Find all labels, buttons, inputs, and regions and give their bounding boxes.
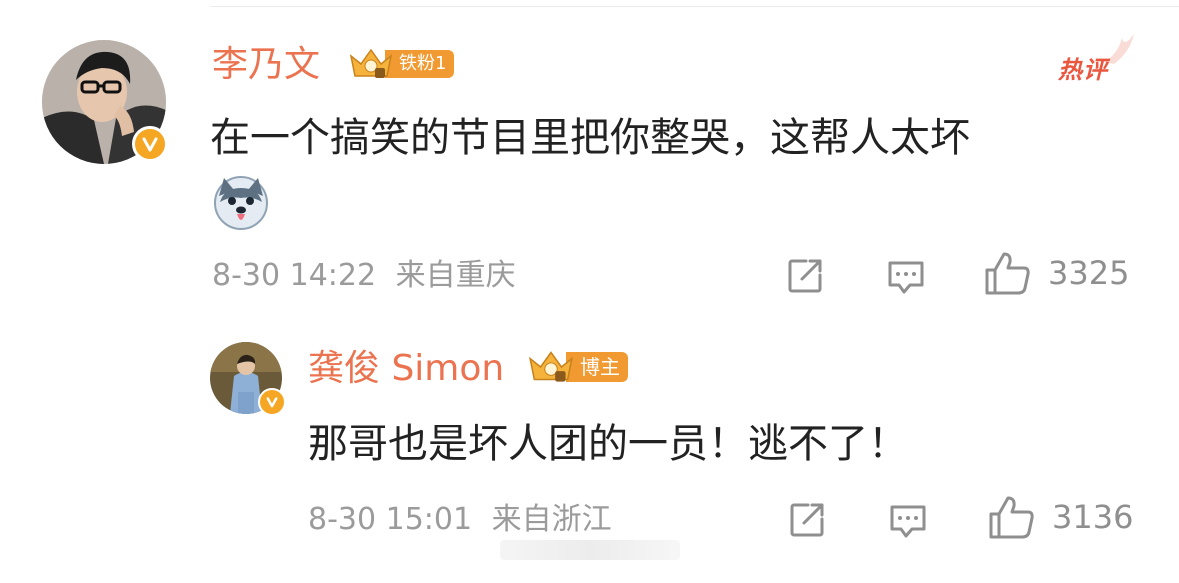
thumbs-up-icon xyxy=(989,496,1034,539)
like-button[interactable]: 3136 xyxy=(988,494,1133,540)
verified-badge xyxy=(132,126,168,162)
verified-v-icon xyxy=(266,397,278,408)
comment-meta: 8-30 14:22 来自重庆 xyxy=(212,256,516,296)
thumbs-up-icon xyxy=(985,252,1030,295)
fan-badge[interactable]: 铁粉1 xyxy=(347,46,455,82)
hot-comment-tag: 热评 xyxy=(1058,56,1108,84)
divider xyxy=(210,6,1179,7)
share-icon xyxy=(788,259,822,293)
reply-meta: 8-30 15:01 来自浙江 xyxy=(308,500,612,540)
reply-avatar[interactable] xyxy=(210,342,286,416)
reply-username[interactable]: 龚俊 Simon xyxy=(308,346,504,392)
comment-button[interactable] xyxy=(886,256,928,298)
timestamp: 8-30 15:01 xyxy=(308,502,473,537)
username[interactable]: 李乃文 xyxy=(212,42,320,88)
comment-text: 在一个搞笑的节目里把你整哭，这帮人太坏 xyxy=(210,115,970,161)
like-count: 3136 xyxy=(1052,498,1134,536)
location: 来自浙江 xyxy=(491,502,612,537)
timestamp: 8-30 14:22 xyxy=(212,258,377,293)
crown-icon xyxy=(528,351,574,382)
reply-text: 那哥也是坏人团的一员！逃不了！ xyxy=(308,421,908,467)
comment-icon xyxy=(890,505,926,538)
like-count: 3325 xyxy=(1048,254,1130,292)
crown-icon xyxy=(349,48,393,78)
share-button[interactable] xyxy=(786,256,826,296)
watermark-blur xyxy=(500,540,680,560)
location: 来自重庆 xyxy=(395,258,516,293)
verified-badge xyxy=(258,388,286,416)
verified-v-icon xyxy=(142,137,158,152)
share-icon xyxy=(790,503,824,537)
fan-badge-label: 铁粉1 xyxy=(385,50,455,78)
blogger-badge[interactable]: 博主 xyxy=(526,348,628,386)
share-button[interactable] xyxy=(788,500,828,540)
comment-button[interactable] xyxy=(888,500,930,542)
avatar[interactable] xyxy=(42,40,168,164)
like-button[interactable]: 3325 xyxy=(984,250,1129,296)
husky-face-emoji xyxy=(212,174,270,232)
comment-icon xyxy=(888,261,924,294)
